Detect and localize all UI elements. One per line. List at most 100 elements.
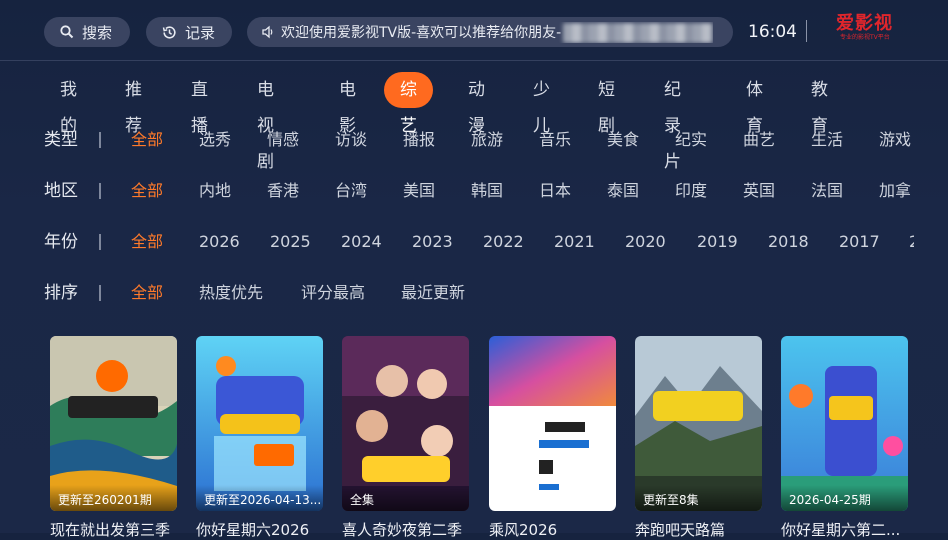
history-icon [162,25,177,40]
filter-option[interactable]: 旅游 [471,125,503,155]
tab-tv-series[interactable]: 电视剧 [257,72,274,172]
tab-live[interactable]: 直播 [191,72,208,136]
filter-divider [99,183,101,199]
filter-label: 地区 [44,181,78,201]
filter-option[interactable]: 2021 [554,227,595,257]
filter-option[interactable]: 2019 [697,227,738,257]
filter-divider [99,132,101,148]
announcement-text: 欢迎使用爱影视TV版-喜欢可以推荐给你朋友- [281,22,714,43]
poster-card[interactable]: 更新至260201期 现在就出发第三季 [50,336,177,540]
poster-badge: 2026-04-25期 [781,485,908,511]
filter-option[interactable]: 选秀 [199,125,231,155]
filter-option[interactable]: 情感 [267,125,299,155]
filter-option[interactable]: 法国 [811,176,843,206]
announcement-marquee: 欢迎使用爱影视TV版-喜欢可以推荐给你朋友- [247,17,733,47]
filter-option[interactable]: 生活 [811,125,843,155]
filter-option[interactable]: 2024 [341,227,382,257]
filter-option[interactable]: 2023 [412,227,453,257]
poster-card[interactable]: 2026-04-25期 你好星期六第二... [781,336,908,540]
poster-badge: 全集 [342,485,469,511]
filter-option[interactable]: 台湾 [335,176,367,206]
filter-option[interactable]: 美国 [403,176,435,206]
logo-text: 爱影视 [836,13,893,34]
filter-option[interactable]: 内地 [199,176,231,206]
tab-sports[interactable]: 体育 [746,72,763,136]
logo-subtext: 专业的影视TV平台 [840,34,890,41]
filter-divider [99,234,101,250]
poster-image: 更新至2026-04-13... [196,336,323,511]
announcement-text-content: 欢迎使用爱影视TV版-喜欢可以推荐给你朋友- [281,24,562,41]
filter-option[interactable]: 2020 [625,227,666,257]
poster-grid: 更新至260201期 现在就出发第三季 更新至2026-04-13... 你好星… [0,336,948,539]
poster-badge: 更新至260201期 [50,485,177,511]
filter-option[interactable]: 音乐 [539,125,571,155]
poster-title: 你好星期六2026 [196,521,310,539]
filter-option[interactable]: 全部 [131,125,163,155]
filter-option[interactable]: 韩国 [471,176,503,206]
record-label: 记录 [185,23,216,42]
poster-card[interactable]: 乘风2026 [489,336,616,540]
filter-row-year: 年份 全部 2026 2025 2024 2023 2022 2021 2020… [44,227,914,257]
speaker-icon [261,25,275,39]
tab-kids[interactable]: 少儿 [533,72,550,136]
filter-label: 排序 [44,283,78,303]
filter-option[interactable]: 评分最高 [301,278,365,308]
filter-row-type: 类型 全部 选秀 情感 访谈 播报 旅游 音乐 美食 纪实 曲艺 生活 游戏 [44,125,914,155]
tab-movies[interactable]: 电影 [339,72,356,136]
filter-option[interactable]: 加拿 [879,176,911,206]
filter-option[interactable]: 2025 [270,227,311,257]
filter-option[interactable]: 播报 [403,125,435,155]
filter-label: 类型 [44,130,78,150]
filter-option[interactable]: 2018 [768,227,809,257]
filter-option[interactable]: 全部 [131,227,163,257]
filter-option[interactable]: 香港 [267,176,299,206]
filter-divider [99,285,101,301]
tab-documentary[interactable]: 纪录片 [664,72,681,172]
poster-card[interactable]: 更新至8集 奔跑吧天路篇 [635,336,762,540]
filter-option[interactable]: 热度优先 [199,278,263,308]
filter-option[interactable]: 最近更新 [401,278,465,308]
filter-option[interactable]: 英国 [743,176,775,206]
tab-recommend[interactable]: 推荐 [125,72,142,136]
poster-title: 你好星期六第二... [781,521,901,539]
poster-badge: 更新至2026-04-13... [196,485,323,511]
filter-option[interactable]: 印度 [675,176,707,206]
record-button[interactable]: 记录 [146,17,232,47]
tab-short-drama[interactable]: 短剧 [598,72,615,136]
search-button[interactable]: 搜索 [44,17,130,47]
blurred-text [563,22,714,43]
poster-title: 奔跑吧天路篇 [635,521,726,539]
filter-row-region: 地区 全部 内地 香港 台湾 美国 韩国 日本 泰国 印度 英国 法国 加拿 [44,176,914,206]
poster-card[interactable]: 全集 喜人奇妙夜第二季 [342,336,469,540]
poster-title: 喜人奇妙夜第二季 [342,521,463,539]
tab-education[interactable]: 教育 [811,72,828,136]
filter-option[interactable]: 纪实 [675,125,707,155]
poster-badge: 更新至8集 [635,485,762,511]
poster-image: 更新至260201期 [50,336,177,511]
search-icon [60,25,74,39]
tab-mine[interactable]: 我的 [60,72,77,136]
poster-card[interactable]: 更新至2026-04-13... 你好星期六2026 [196,336,323,540]
filter-option[interactable]: 泰国 [607,176,639,206]
tab-variety[interactable]: 综艺 [384,72,433,136]
poster-image: 全集 [342,336,469,511]
filter-option[interactable]: 美食 [607,125,639,155]
tab-anime[interactable]: 动漫 [468,72,485,136]
poster-title: 乘风2026 [489,521,558,539]
filter-option[interactable]: 全部 [131,278,163,308]
filter-option[interactable]: 2026 [199,227,240,257]
poster-image: 更新至8集 [635,336,762,511]
divider [806,20,807,42]
poster-title: 现在就出发第三季 [50,521,171,539]
filter-option[interactable]: 日本 [539,176,571,206]
filter-row-sort: 排序 全部 热度优先 评分最高 最近更新 [44,278,914,308]
filter-option[interactable]: 全部 [131,176,163,206]
filter-label: 年份 [44,232,78,252]
filter-option[interactable]: 2022 [483,227,524,257]
filter-option[interactable]: 2017 [839,227,880,257]
filter-option[interactable]: 2 [909,227,914,257]
filter-option[interactable]: 曲艺 [743,125,775,155]
top-bar: 搜索 记录 欢迎使用爱影视TV版-喜欢可以推荐给你朋友- 16:04 爱影视 专… [0,0,948,61]
filter-option[interactable]: 访谈 [335,125,367,155]
filter-option[interactable]: 游戏 [879,125,911,155]
